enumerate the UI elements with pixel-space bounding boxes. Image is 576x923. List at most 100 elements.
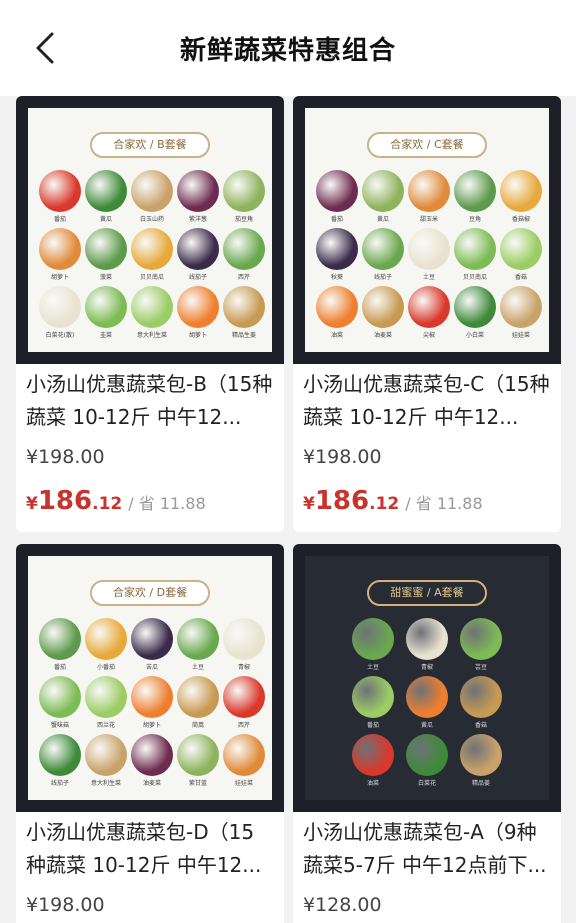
vegetable-photo (223, 228, 265, 270)
vegetable-photo (408, 228, 450, 270)
vegetable-label: 西芹 (237, 274, 250, 281)
vegetable-label: 紫洋葱 (188, 216, 207, 223)
vegetable-label: 菠菜 (99, 274, 112, 281)
vegetable-label: 娃娃菜 (234, 780, 253, 787)
vegetable-photo (177, 676, 219, 718)
vegetable-photo (39, 228, 81, 270)
original-price: ¥128.00 (303, 894, 382, 916)
package-banner: 合家欢 / C套餐 (367, 132, 487, 158)
vegetable-label: 胡萝卜 (50, 274, 69, 281)
vegetable-photo (406, 618, 448, 660)
vegetable-photo (460, 676, 502, 718)
product-card-a[interactable]: 甜蜜蜜 / A套餐 土豆 青椒 芸豆 番茄 黄瓜 香菇 油菜 白菜花 精品姜 小汤山优惠蔬菜包-… (293, 544, 561, 923)
vegetable-photo (39, 676, 81, 718)
vegetable-photo (316, 286, 358, 328)
vegetable-label: 西芹 (237, 722, 250, 729)
vegetable-label: 韭菜 (99, 332, 112, 339)
product-card-b[interactable]: 合家欢 / B套餐 番茄 黄瓜 白玉山药 紫洋葱 茄豆角 胡萝卜 菠菜 贝贝南瓜 线茄子 西芹 白菜… (16, 96, 284, 532)
vegetable-photo (362, 286, 404, 328)
vegetable-label: 番茄 (366, 722, 379, 729)
vegetable-label: 番茄 (53, 664, 66, 671)
product-image: 合家欢 / D套餐 番茄 小番茄 苦瓜 土豆 青椒 蟹味菇 西兰花 胡萝卜 茼蒿 西芹 线茄子 意大利… (16, 544, 284, 812)
vegetable-label: 白菜花(散) (45, 332, 75, 339)
vegetable-label: 秋葵 (330, 274, 343, 281)
vegetable-label: 香菇椒 (511, 216, 530, 223)
vegetable-label: 青椒 (420, 664, 433, 671)
product-name: 小汤山优惠蔬菜包-C（15种蔬菜 10-12斤 中午12... (303, 372, 550, 429)
vegetable-poster: 甜蜜蜜 / A套餐 土豆 青椒 芸豆 番茄 黄瓜 香菇 油菜 白菜花 精品姜 (305, 556, 549, 800)
vegetable-photo (223, 734, 265, 776)
vegetable-poster: 合家欢 / D套餐 番茄 小番茄 苦瓜 土豆 青椒 蟹味菇 西兰花 胡萝卜 茼蒿 西芹 线茄子 意大利… (28, 556, 272, 800)
vegetable-photo (223, 286, 265, 328)
vegetable-label: 番茄 (53, 216, 66, 223)
vegetable-label: 尖椒 (422, 332, 435, 339)
sale-price: ¥186.12 / 省 11.88 (26, 486, 206, 516)
vegetable-poster: 合家欢 / B套餐 番茄 黄瓜 白玉山药 紫洋葱 茄豆角 胡萝卜 菠菜 贝贝南瓜 线茄子 西芹 白菜… (28, 108, 272, 352)
vegetable-label: 小白菜 (465, 332, 484, 339)
sale-price-decimal: .12 (92, 494, 123, 514)
vegetable-label: 土豆 (422, 274, 435, 281)
vegetable-label: 香菇 (514, 274, 527, 281)
vegetable-label: 小番茄 (96, 664, 115, 671)
vegetable-poster: 合家欢 / C套餐 番茄 黄瓜 甜玉米 豆角 香菇椒 秋葵 线茄子 土豆 贝贝南瓜 香菇 油菜 油麦菜… (305, 108, 549, 352)
vegetable-label: 香菇 (474, 722, 487, 729)
vegetable-photo (500, 286, 542, 328)
vegetable-label: 精品姜 (471, 780, 490, 787)
vegetable-label: 线茄子 (373, 274, 392, 281)
vegetable-label: 紫甘蓝 (188, 780, 207, 787)
sale-price: ¥186.12 / 省 11.88 (303, 486, 483, 516)
vegetable-photo (316, 170, 358, 212)
vegetable-label: 意大利生菜 (90, 780, 121, 787)
vegetable-photo (131, 618, 173, 660)
original-price: ¥198.00 (26, 446, 105, 468)
saving-amount: / 省 11.88 (128, 494, 206, 513)
product-name: 小汤山优惠蔬菜包-A（9种蔬菜5-7斤 中午12点前下... (303, 820, 547, 877)
vegetable-photo (177, 170, 219, 212)
currency-symbol: ¥ (303, 494, 315, 514)
vegetable-photo (223, 676, 265, 718)
package-banner: 甜蜜蜜 / A套餐 (367, 580, 487, 606)
sale-price-integer: 186 (37, 486, 93, 516)
product-name: 小汤山优惠蔬菜包-D（15种蔬菜 10-12斤 中午12... (26, 820, 262, 877)
vegetable-label: 黄瓜 (376, 216, 389, 223)
vegetable-photo (39, 734, 81, 776)
vegetable-photo (500, 170, 542, 212)
vegetable-label: 线茄子 (50, 780, 69, 787)
vegetable-label: 娃娃菜 (511, 332, 530, 339)
vegetable-label: 青椒 (237, 664, 250, 671)
product-card-d[interactable]: 合家欢 / D套餐 番茄 小番茄 苦瓜 土豆 青椒 蟹味菇 西兰花 胡萝卜 茼蒿 西芹 线茄子 意大利… (16, 544, 284, 923)
vegetable-label: 胡萝卜 (142, 722, 161, 729)
vegetable-photo (177, 286, 219, 328)
vegetable-label: 土豆 (191, 664, 204, 671)
currency-symbol: ¥ (26, 494, 38, 514)
vegetable-label: 线茄子 (188, 274, 207, 281)
vegetable-label: 黄瓜 (420, 722, 433, 729)
vegetable-photo (352, 676, 394, 718)
vegetable-label: 茼蒿 (191, 722, 204, 729)
vegetable-photo (85, 618, 127, 660)
product-card-c[interactable]: 合家欢 / C套餐 番茄 黄瓜 甜玉米 豆角 香菇椒 秋葵 线茄子 土豆 贝贝南瓜 香菇 油菜 油麦菜… (293, 96, 561, 532)
vegetable-photo (352, 734, 394, 776)
vegetable-label: 白菜花 (417, 780, 436, 787)
vegetable-photo (85, 286, 127, 328)
vegetable-label: 白玉山药 (139, 216, 164, 223)
vegetable-photo (460, 618, 502, 660)
vegetable-photo (454, 228, 496, 270)
sale-price-decimal: .12 (369, 494, 400, 514)
sale-price-integer: 186 (314, 486, 370, 516)
vegetable-photo (500, 228, 542, 270)
vegetable-photo (454, 170, 496, 212)
product-image: 合家欢 / C套餐 番茄 黄瓜 甜玉米 豆角 香菇椒 秋葵 线茄子 土豆 贝贝南瓜 香菇 油菜 油麦菜… (293, 96, 561, 364)
vegetable-photo (177, 618, 219, 660)
product-image: 甜蜜蜜 / A套餐 土豆 青椒 芸豆 番茄 黄瓜 香菇 油菜 白菜花 精品姜 (293, 544, 561, 812)
vegetable-photo (131, 170, 173, 212)
vegetable-photo (85, 228, 127, 270)
vegetable-label: 胡萝卜 (188, 332, 207, 339)
vegetable-label: 油麦菜 (373, 332, 392, 339)
original-price: ¥198.00 (26, 894, 105, 916)
vegetable-label: 茄豆角 (234, 216, 253, 223)
vegetable-label: 西兰花 (96, 722, 115, 729)
package-banner: 合家欢 / D套餐 (90, 580, 210, 606)
vegetable-label: 精品生姜 (231, 332, 256, 339)
vegetable-photo (131, 676, 173, 718)
